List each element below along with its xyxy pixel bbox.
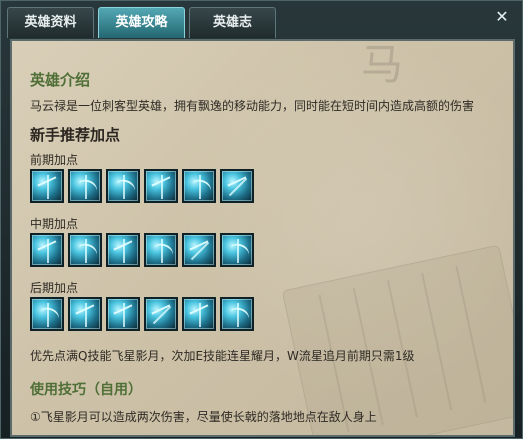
mid-stage-label: 中期加点	[30, 217, 79, 231]
skill-icon[interactable]	[30, 297, 64, 331]
late-stage-label: 后期加点	[30, 281, 79, 295]
skill-icon[interactable]	[68, 169, 102, 203]
skill-icon[interactable]	[220, 169, 254, 203]
usage-tips-title: 使用技巧（自用）	[30, 382, 142, 398]
skill-icon[interactable]	[68, 233, 102, 267]
close-icon[interactable]: ✕	[492, 7, 512, 27]
skill-icon[interactable]	[106, 233, 140, 267]
skill-icon[interactable]	[182, 297, 216, 331]
skill-priority-note: 优先点满Q技能飞星影月，次加E技能连星耀月，W流星追月前期只需1级	[30, 349, 415, 363]
skill-icon[interactable]	[144, 297, 178, 331]
skill-icon[interactable]	[68, 297, 102, 331]
hero-description: 马云禄是一位刺客型英雄，拥有飘逸的移动能力，同时能在短时间内造成高额的伤害	[30, 99, 475, 113]
mid-skill-row	[30, 233, 254, 267]
skill-icon[interactable]	[106, 169, 140, 203]
skill-icon[interactable]	[220, 233, 254, 267]
early-stage-label: 前期加点	[30, 153, 79, 167]
skill-icon[interactable]	[182, 233, 216, 267]
background-watermark: 马	[360, 40, 403, 89]
tab-hero-story[interactable]: 英雄志	[189, 7, 276, 38]
guide-panel: 马 英雄介绍 马云禄是一位刺客型英雄，拥有飘逸的移动能力，同时能在短时间内造成高…	[10, 39, 515, 437]
early-skill-row	[30, 169, 254, 203]
skill-icon[interactable]	[144, 233, 178, 267]
skill-icon[interactable]	[220, 297, 254, 331]
recommended-skills-title: 新手推荐加点	[30, 126, 121, 144]
skill-icon[interactable]	[30, 169, 64, 203]
skill-icon[interactable]	[30, 233, 64, 267]
skill-icon[interactable]	[182, 169, 216, 203]
hero-intro-title: 英雄介绍	[30, 71, 91, 89]
skill-icon[interactable]	[106, 297, 140, 331]
hero-info-window: 英雄资料 英雄攻略 英雄志 ✕ 马 英雄介绍 马云禄是一位刺客型英雄，拥有飘逸的…	[0, 0, 523, 439]
skill-icon[interactable]	[144, 169, 178, 203]
tab-bar: 英雄资料 英雄攻略 英雄志	[7, 7, 276, 39]
tab-hero-guide[interactable]: 英雄攻略	[98, 7, 185, 38]
late-skill-row	[30, 297, 254, 331]
usage-tip-item: ①飞星影月可以造成两次伤害，尽量使长戟的落地地点在敌人身上	[30, 410, 377, 424]
tab-hero-profile[interactable]: 英雄资料	[7, 7, 94, 38]
